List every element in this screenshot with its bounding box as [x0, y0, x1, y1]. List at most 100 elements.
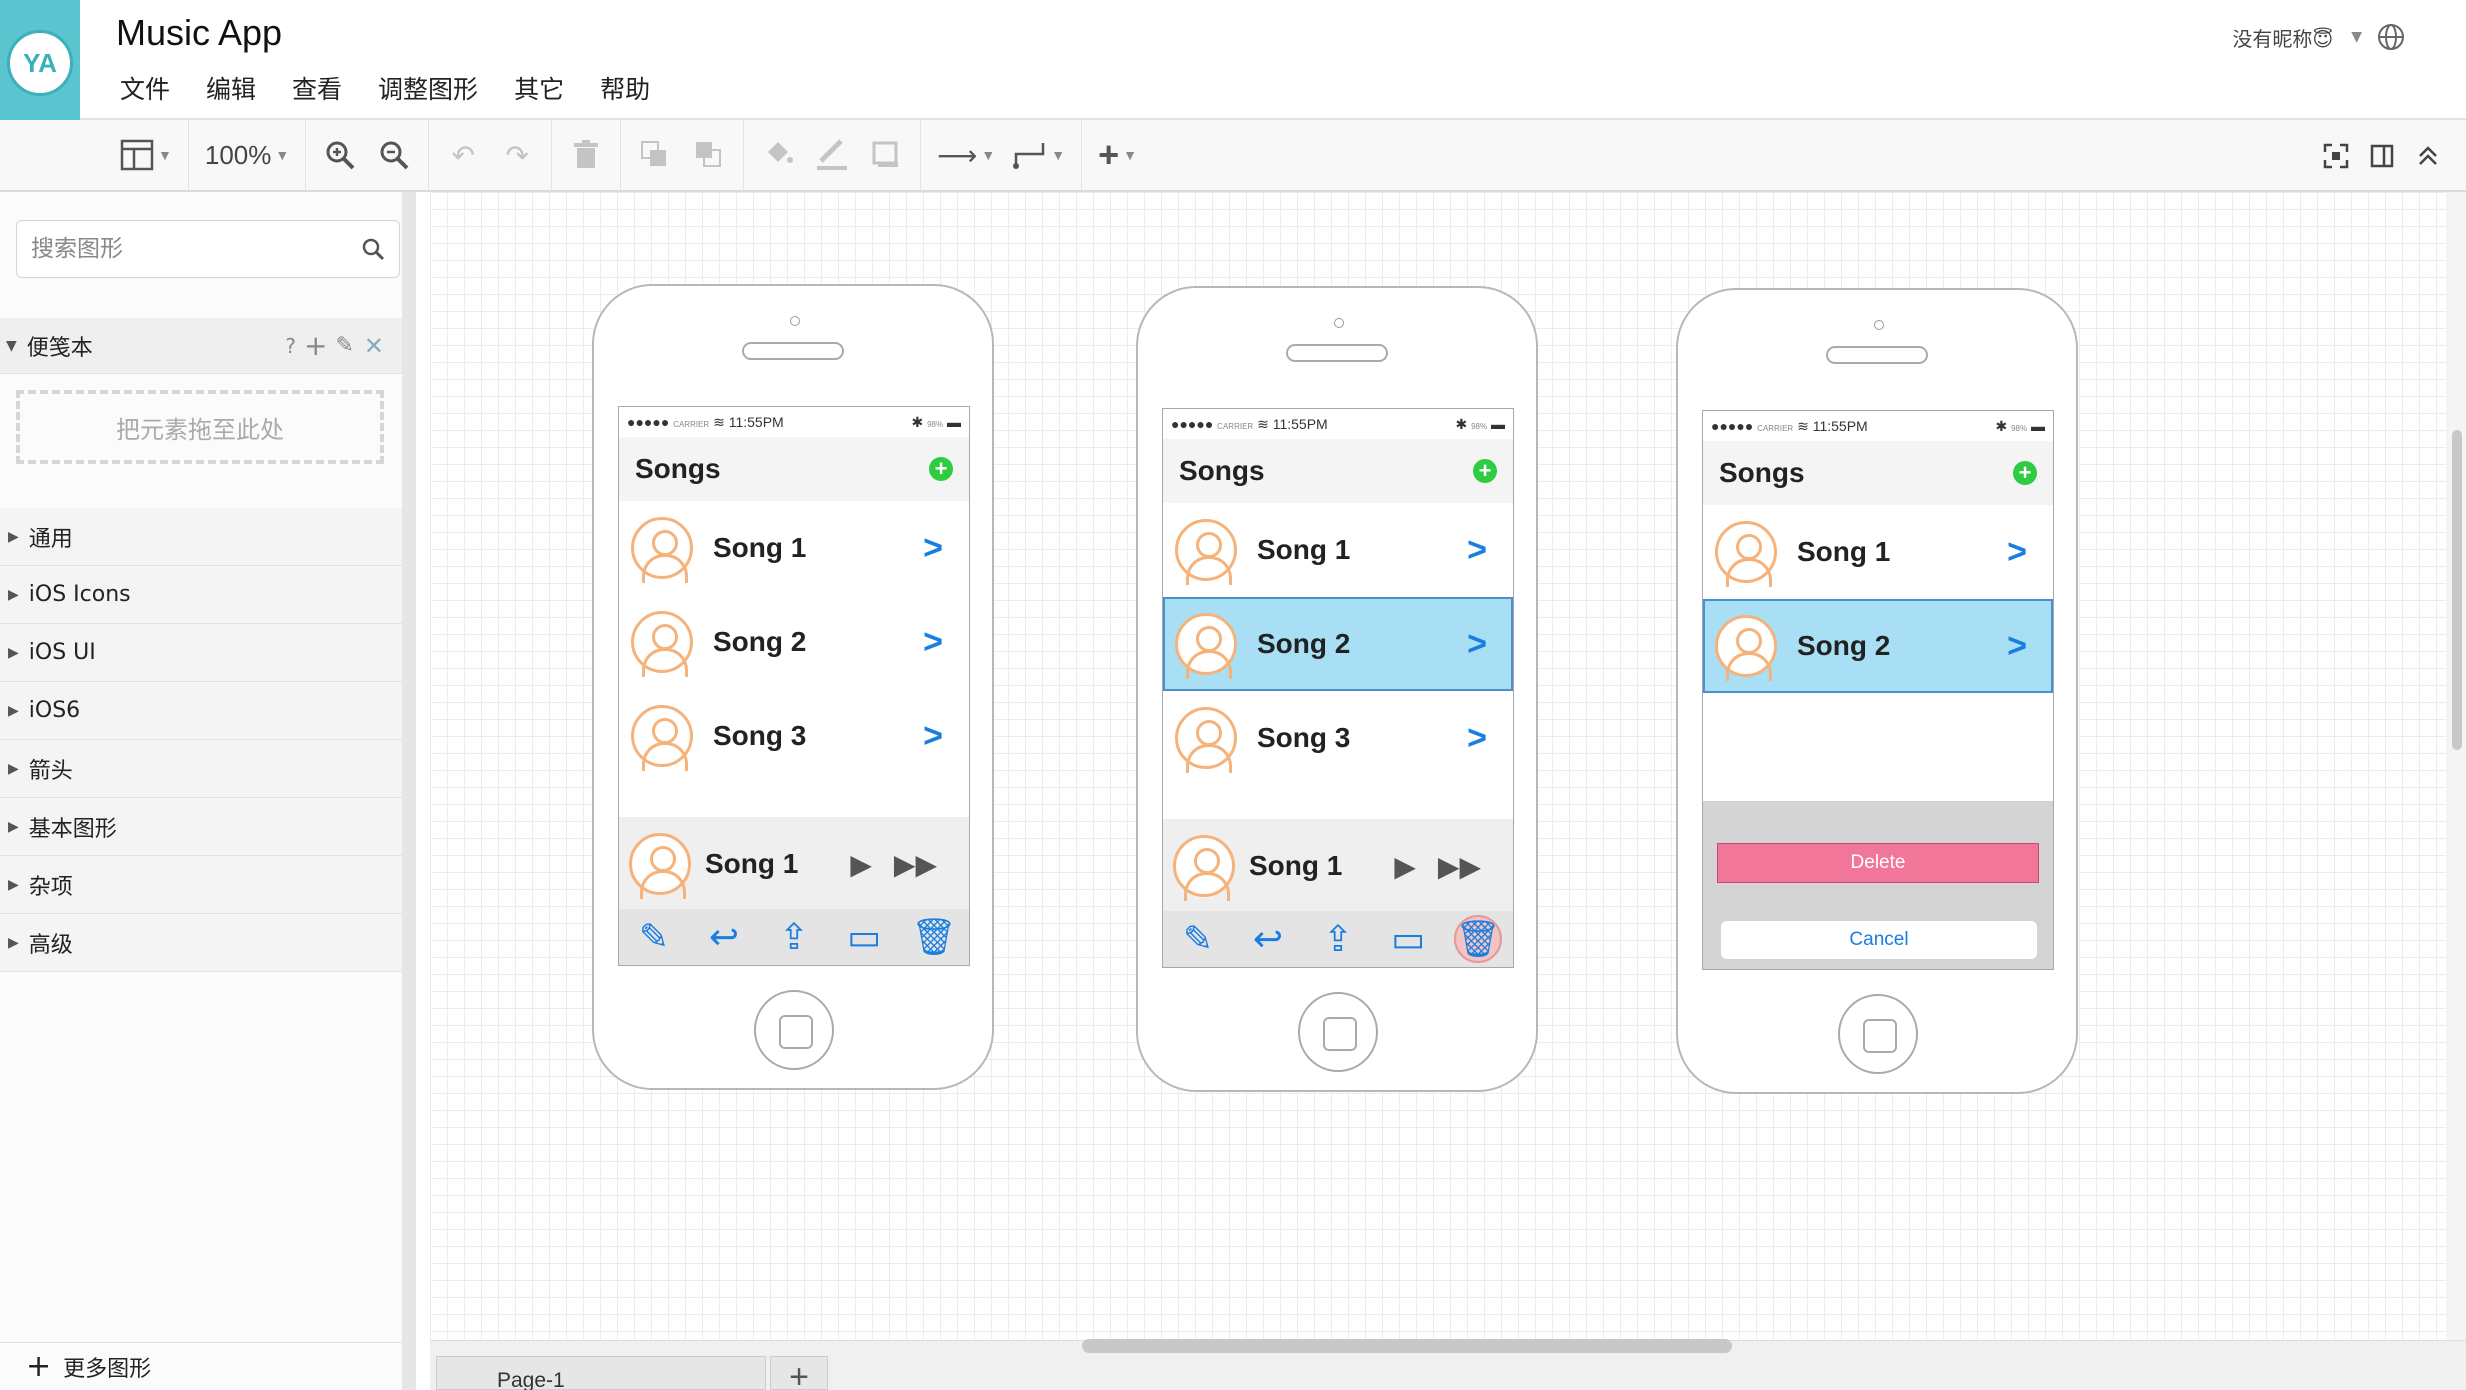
help-icon[interactable]: ?	[285, 334, 296, 358]
share-icon[interactable]: ⇪	[1314, 915, 1362, 963]
trash-icon[interactable]: 🗑	[1454, 915, 1502, 963]
add-song-icon[interactable]: +	[1473, 459, 1497, 483]
connection-arrow-icon[interactable]: ⟶ ▼	[937, 135, 995, 175]
search-input[interactable]	[31, 236, 351, 262]
cancel-button[interactable]: Cancel	[1721, 921, 2037, 959]
delete-icon[interactable]	[568, 135, 604, 175]
format-panel-icon[interactable]: ▼	[120, 135, 172, 175]
category-ios6[interactable]: ▶ iOS6	[0, 682, 402, 740]
song-row[interactable]: Song 1 >	[1163, 503, 1513, 597]
plus-icon: +	[26, 1349, 52, 1384]
category-basic[interactable]: ▶ 基本图形	[0, 798, 402, 856]
home-button[interactable]	[1298, 992, 1378, 1072]
home-button[interactable]	[1838, 994, 1918, 1074]
menu-view[interactable]: 查看	[292, 70, 342, 106]
song-row[interactable]: Song 1 >	[1703, 505, 2053, 599]
folder-icon[interactable]: ▭	[840, 913, 888, 961]
redo-icon[interactable]: ↷	[499, 135, 535, 175]
song-row[interactable]: Song 2 >	[619, 595, 969, 689]
to-back-icon[interactable]	[691, 135, 727, 175]
compose-icon[interactable]: ✎	[630, 913, 678, 961]
close-icon[interactable]: ✕	[364, 332, 384, 360]
horizontal-scroll-thumb[interactable]	[1082, 1339, 1732, 1353]
category-misc[interactable]: ▶ 杂项	[0, 856, 402, 914]
zoom-out-icon[interactable]	[376, 135, 412, 175]
user-menu[interactable]: 没有昵称😇 ▼	[2232, 22, 2406, 52]
diagram-canvas[interactable]: ●●●●● CARRIER ≋ 11:55PM ✱ 98% ▬ Songs + S…	[430, 192, 2446, 1340]
battery-percent: 98%	[1471, 421, 1488, 431]
category-ios-icons[interactable]: ▶ iOS Icons	[0, 566, 402, 624]
category-general[interactable]: ▶ 通用	[0, 508, 402, 566]
song-row[interactable]: Song 1 >	[619, 501, 969, 595]
zoom-in-icon[interactable]	[322, 135, 358, 175]
zoom-select[interactable]: 100% ▼	[205, 135, 289, 175]
reply-icon[interactable]: ↩	[1244, 915, 1292, 963]
category-ios-ui[interactable]: ▶ iOS UI	[0, 624, 402, 682]
fill-color-icon[interactable]	[760, 135, 796, 175]
user-name[interactable]: 没有昵称😇	[2232, 23, 2333, 52]
trash-icon[interactable]: 🗑	[910, 913, 958, 961]
page-title[interactable]: Music App	[116, 12, 282, 54]
reply-icon[interactable]: ↩	[700, 913, 748, 961]
edit-pencil-icon[interactable]: ✎	[335, 333, 353, 358]
speaker-grille	[1286, 344, 1388, 362]
user-avatar[interactable]: YA	[7, 30, 73, 96]
chevron-right-icon: >	[1467, 530, 1487, 569]
menu-help[interactable]: 帮助	[600, 70, 650, 106]
menu-file[interactable]: 文件	[120, 70, 170, 106]
chevron-right-icon: >	[923, 716, 943, 755]
song-title: Song 2	[1797, 630, 1891, 661]
page-tab[interactable]: Page-1	[436, 1356, 766, 1390]
more-shapes-button[interactable]: + 更多图形	[0, 1342, 402, 1390]
share-icon[interactable]: ⇪	[770, 913, 818, 961]
iphone-mockup-1[interactable]: ●●●●● CARRIER ≋ 11:55PM ✱ 98% ▬ Songs + S…	[592, 284, 994, 1090]
song-row[interactable]: Song 3 >	[619, 689, 969, 783]
iphone-mockup-3[interactable]: ●●●●● CARRIER ≋ 11:55PM ✱ 98% ▬ Songs + S…	[1676, 288, 2078, 1094]
fast-forward-icon[interactable]: ▶▶	[894, 848, 937, 881]
menu-edit[interactable]: 编辑	[206, 70, 256, 106]
now-playing-bar[interactable]: Song 1 ▶ ▶▶	[619, 817, 969, 911]
folder-icon[interactable]: ▭	[1384, 915, 1432, 963]
menu-arrange[interactable]: 调整图形	[378, 70, 478, 106]
vertical-scroll-thumb[interactable]	[2452, 430, 2462, 750]
undo-icon[interactable]: ↶	[445, 135, 481, 175]
now-playing-bar[interactable]: Song 1 ▶ ▶▶	[1163, 819, 1513, 913]
fast-forward-icon[interactable]: ▶▶	[1438, 850, 1481, 883]
add-icon[interactable]: +	[304, 329, 327, 362]
play-icon[interactable]: ▶	[1394, 850, 1416, 883]
home-button[interactable]	[754, 990, 834, 1070]
fullscreen-icon[interactable]	[2318, 136, 2354, 176]
add-page-button[interactable]: +	[770, 1356, 828, 1390]
menu-extras[interactable]: 其它	[514, 70, 564, 106]
shadow-icon[interactable]	[868, 135, 904, 175]
song-row[interactable]: Song 3 >	[1163, 691, 1513, 785]
compose-icon[interactable]: ✎	[1174, 915, 1222, 963]
chevron-right-icon: >	[923, 528, 943, 567]
category-advanced[interactable]: ▶ 高级	[0, 914, 402, 972]
avatar-icon	[1175, 707, 1237, 773]
scratchpad-header[interactable]: ▼ 便笺本 ? + ✎ ✕	[0, 318, 402, 374]
toolbar-group-delete	[552, 120, 622, 190]
play-icon[interactable]: ▶	[850, 848, 872, 881]
category-arrows[interactable]: ▶ 箭头	[0, 740, 402, 798]
insert-plus-icon[interactable]: + ▼	[1098, 134, 1137, 175]
to-front-icon[interactable]	[637, 135, 673, 175]
song-row-selected[interactable]: Song 2 >	[1163, 597, 1513, 691]
waypoints-icon[interactable]: ▼	[1013, 135, 1065, 175]
line-color-icon[interactable]	[814, 135, 850, 175]
add-song-icon[interactable]: +	[929, 457, 953, 481]
song-title: Song 2	[713, 626, 807, 657]
chevron-right-icon: >	[2007, 532, 2027, 571]
add-song-icon[interactable]: +	[2013, 461, 2037, 485]
globe-icon[interactable]	[2376, 22, 2406, 52]
delete-button[interactable]: Delete	[1717, 843, 2039, 883]
vertical-scrollbar[interactable]	[2446, 192, 2466, 1340]
collapse-icon[interactable]	[2410, 136, 2446, 176]
iphone-mockup-2[interactable]: ●●●●● CARRIER ≋ 11:55PM ✱ 98% ▬ Songs + S…	[1136, 286, 1538, 1092]
chevron-down-icon[interactable]: ▼	[2351, 29, 2362, 45]
logo: YA	[0, 0, 80, 120]
format-toggle-icon[interactable]	[2364, 136, 2400, 176]
search-icon[interactable]	[361, 237, 385, 261]
song-row-selected[interactable]: Song 2 >	[1703, 599, 2053, 693]
scratchpad-drop-zone[interactable]: 把元素拖至此处	[16, 390, 384, 464]
